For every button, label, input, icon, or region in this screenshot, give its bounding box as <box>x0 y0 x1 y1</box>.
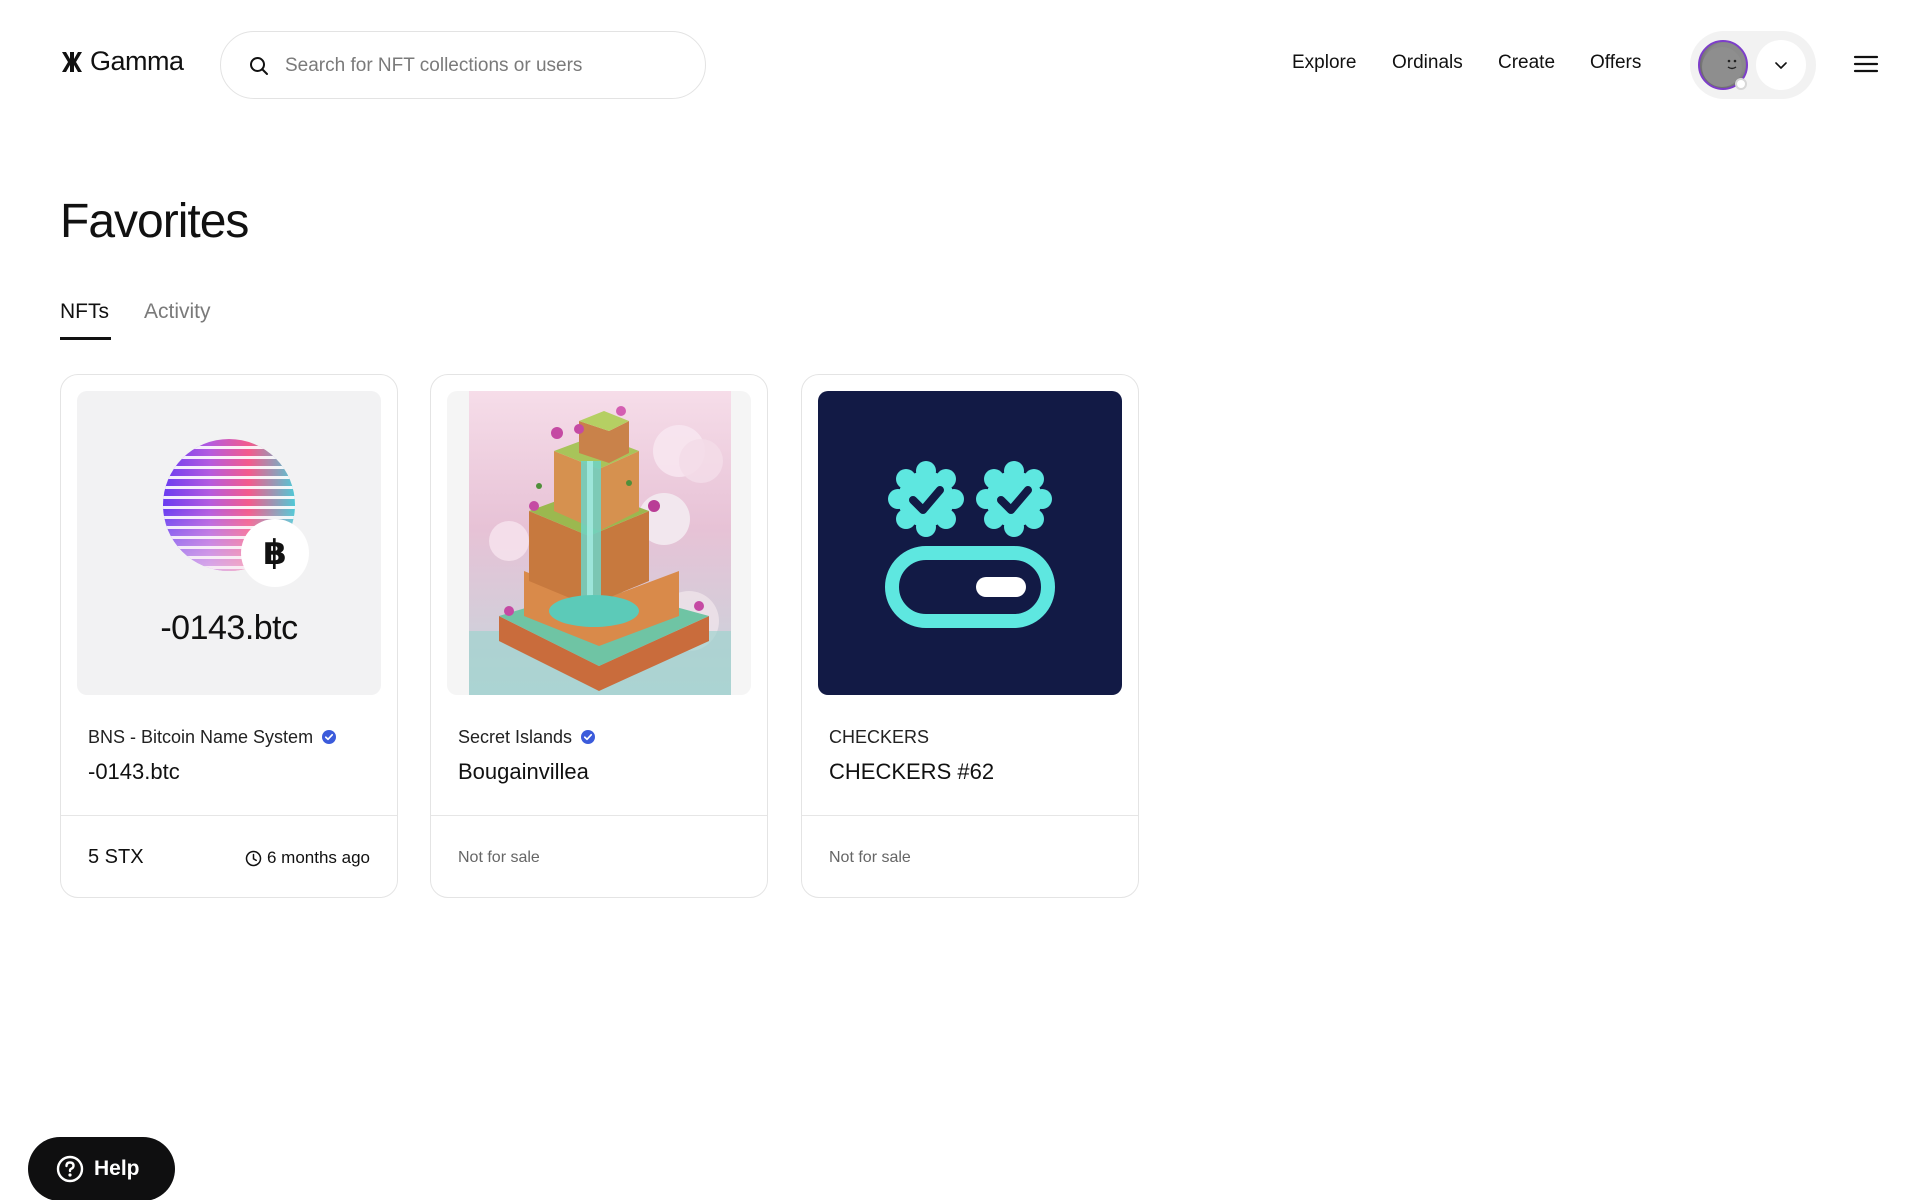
voxel-island-illustration <box>469 406 731 695</box>
nft-card[interactable]: ฿ -0143.btc BNS - Bitcoin Name System -0… <box>60 374 398 898</box>
search-input[interactable] <box>285 48 685 84</box>
page-title: Favorites <box>60 195 249 248</box>
sale-status: Not for sale <box>458 849 540 866</box>
nav-ordinals[interactable]: Ordinals <box>1392 52 1463 74</box>
card-footer: Not for sale <box>802 815 1138 897</box>
card-info: BNS - Bitcoin Name System -0143.btc <box>88 725 378 785</box>
time-label: 6 months ago <box>266 848 370 867</box>
collection-name[interactable]: BNS - Bitcoin Name System <box>88 725 378 749</box>
nft-card[interactable]: CHECKERS CHECKERS #62 Not for sale <box>801 374 1139 898</box>
bitcoin-icon: ฿ <box>241 519 309 587</box>
price: 5 STX <box>88 846 144 868</box>
nav-create[interactable]: Create <box>1498 52 1555 74</box>
help-circle-icon <box>56 1155 84 1183</box>
card-footer: 5 STX 6 months ago <box>61 815 397 897</box>
nft-card[interactable]: Secret Islands Bougainvillea Not for sal… <box>430 374 768 898</box>
card-info: CHECKERS CHECKERS #62 <box>829 725 1119 785</box>
account-menu[interactable] <box>1690 31 1816 99</box>
avatar-status-dot <box>1735 78 1747 90</box>
nft-name: -0143.btc <box>88 759 180 784</box>
gamma-logo[interactable]: Gamma <box>60 46 184 77</box>
nav-explore[interactable]: Explore <box>1292 52 1356 74</box>
card-footer: Not for sale <box>431 815 767 897</box>
nft-image[interactable] <box>447 391 751 695</box>
search-bar[interactable] <box>220 31 706 99</box>
nav-offers[interactable]: Offers <box>1590 52 1641 74</box>
nft-name: Bougainvillea <box>458 759 589 784</box>
nft-image-label: -0143.btc <box>160 609 298 647</box>
search-icon <box>250 57 268 75</box>
collection-name[interactable]: CHECKERS <box>829 725 1119 749</box>
chevron-down-icon <box>1775 62 1787 69</box>
active-tab-indicator <box>60 337 111 340</box>
sale-status: Not for sale <box>829 849 911 866</box>
collection-label: Secret Islands <box>458 726 573 747</box>
card-info: Secret Islands Bougainvillea <box>458 725 748 785</box>
tab-activity[interactable]: Activity <box>144 300 211 324</box>
collection-label: CHECKERS <box>829 726 930 747</box>
verified-badge-icon <box>322 730 337 744</box>
top-header: Gamma Explore Ordinals Create Offers <box>0 0 1920 130</box>
clock-icon <box>245 850 262 866</box>
nft-name: CHECKERS #62 <box>829 759 995 784</box>
verified-check-icon <box>976 461 1052 537</box>
collection-name[interactable]: Secret Islands <box>458 725 748 749</box>
hamburger-menu-icon[interactable] <box>1852 52 1880 76</box>
listing-time: 6 months ago <box>245 848 370 868</box>
account-dropdown-button[interactable] <box>1756 40 1806 90</box>
nft-image[interactable]: ฿ -0143.btc <box>77 391 381 695</box>
tab-nfts[interactable]: NFTs <box>60 300 109 324</box>
checkers-face-illustration <box>885 461 1055 628</box>
logo-text: Gamma <box>90 46 184 76</box>
verified-badge-icon <box>581 730 596 744</box>
island-artwork <box>469 391 731 695</box>
nft-image[interactable] <box>818 391 1122 695</box>
help-label: Help <box>94 1157 140 1180</box>
verified-check-icon <box>888 461 964 537</box>
help-button[interactable]: Help <box>28 1137 175 1200</box>
gamma-logo-icon <box>62 51 82 72</box>
collection-label: BNS - Bitcoin Name System <box>88 726 314 747</box>
